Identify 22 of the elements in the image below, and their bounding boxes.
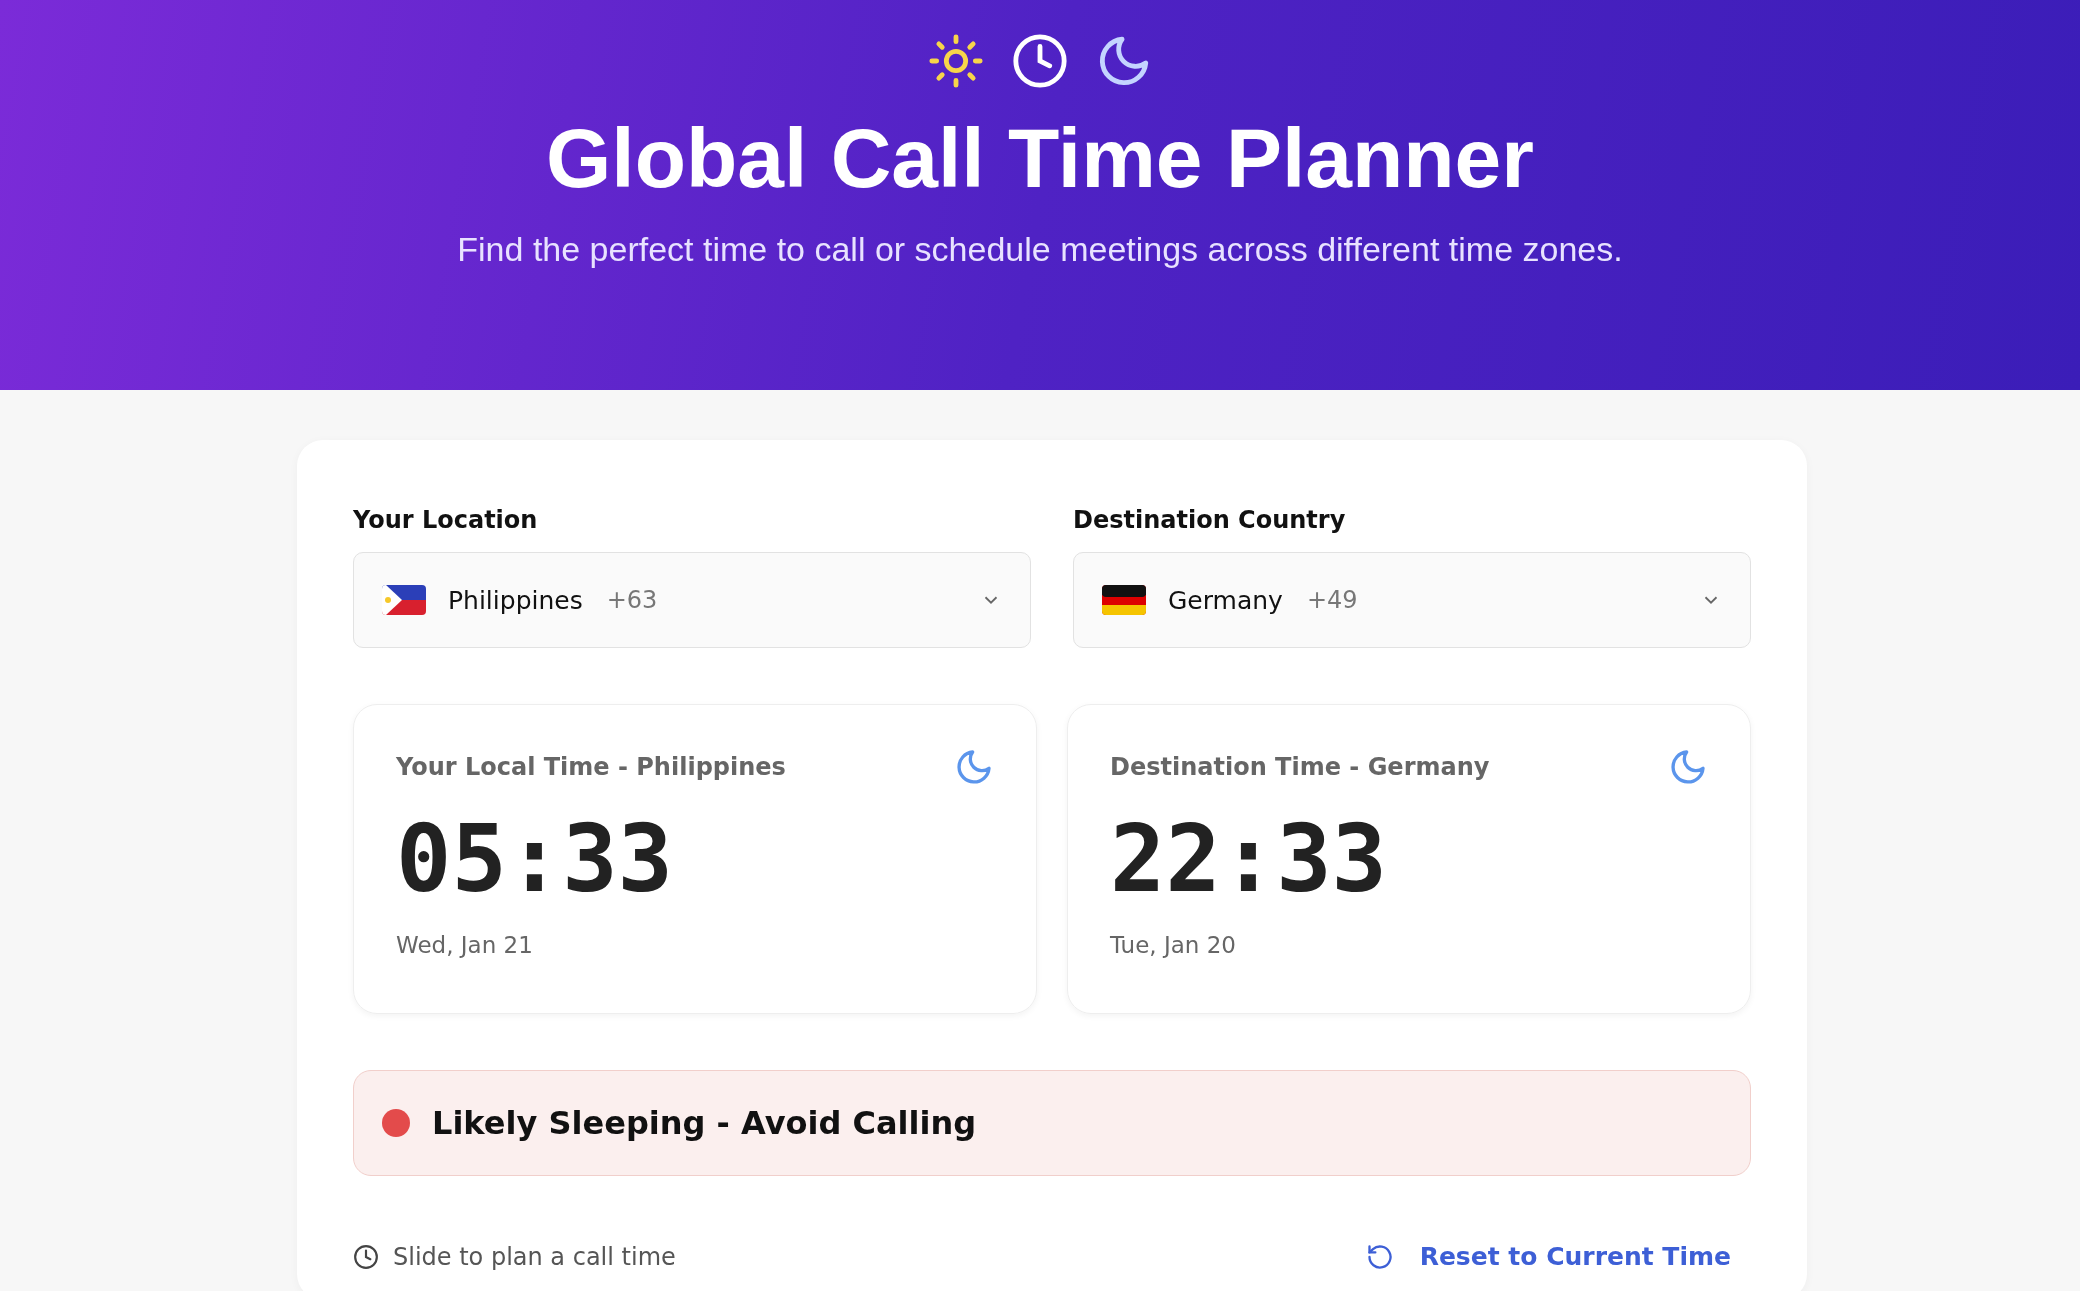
status-dot [382,1109,410,1137]
clock-icon [353,1243,379,1270]
country-select[interactable]: Philippines +63 [353,552,1031,648]
page-subtitle: Find the perfect time to call or schedule meetings across different time zones. [456,230,1624,270]
reset-icon [1365,1242,1394,1271]
moon-icon [1668,747,1708,787]
slider-hint: Slide to plan a call time [393,1242,676,1271]
sun-icon [927,32,985,90]
date-label: Tue, Jan 20 [1110,932,1237,959]
clock-time: 22:33 [1110,809,1388,911]
page-title: Global Call Time Planner [544,112,1536,205]
clock-time: 05:33 [396,809,674,911]
clock-icon [1011,32,1069,90]
field-label: Your Location [353,506,539,534]
time-card-title: Your Local Time - Philippines [396,753,786,781]
status-text: Likely Sleeping - Avoid Calling [432,1104,977,1142]
date-label: Wed, Jan 21 [396,932,534,959]
country-select[interactable]: Germany +49 [1073,552,1751,648]
moon-icon [954,747,994,787]
field-label: Destination Country [1073,506,1347,534]
reset-button[interactable]: Reset to Current Time [1365,1238,1751,1275]
time-card-title: Destination Time - Germany [1110,753,1490,781]
